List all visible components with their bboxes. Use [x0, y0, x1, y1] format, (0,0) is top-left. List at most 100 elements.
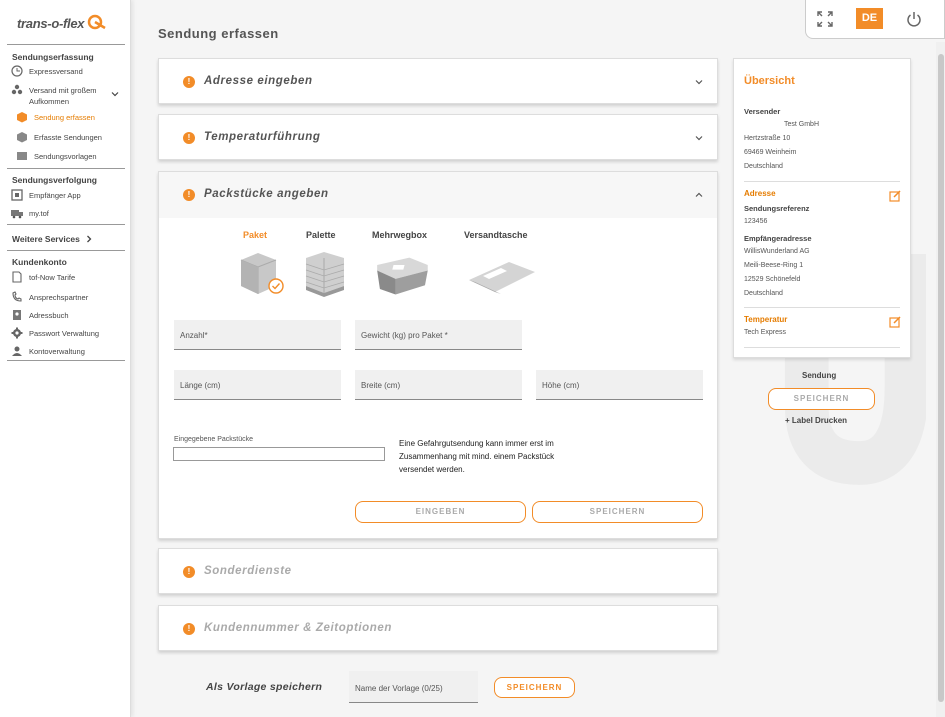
user-icon — [12, 346, 22, 356]
card-header[interactable]: ! Temperaturführung — [159, 115, 717, 161]
info-icon: ! — [183, 189, 195, 201]
sendung-speichern-button[interactable]: SPEICHERN — [768, 388, 875, 410]
sidebar: trans-o-flex Sendungserfassung Expressve… — [0, 0, 131, 717]
hazard-note: Eine Gefahrgutsendung kann immer erst im… — [399, 439, 555, 474]
adresse-label: Adresse — [744, 189, 776, 198]
sidebar-item-sendung-erfassen[interactable]: Sendung erfassen — [16, 111, 131, 123]
empf-line: Deutschland — [744, 290, 783, 297]
card-header[interactable]: ! Sonderdienste — [159, 549, 717, 595]
speichern-packages-button[interactable]: SPEICHERN — [532, 501, 703, 523]
hoehe-field[interactable]: Höhe (cm) — [536, 370, 703, 400]
sidebar-item-weitere-services[interactable]: Weitere Services — [12, 234, 93, 244]
page-title: Sendung erfassen — [158, 26, 279, 41]
vorlage-name-field[interactable]: Name der Vorlage (0/25) — [349, 671, 478, 703]
empf-label: Empfängeradresse — [744, 234, 812, 243]
sidebar-item-konto[interactable]: Kontoverwaltung — [11, 345, 126, 357]
tab-mehrwegbox[interactable]: Mehrwegbox — [372, 230, 427, 240]
gear-icon — [11, 327, 23, 339]
card-special-services[interactable]: ! Sonderdienste — [158, 548, 718, 594]
laenge-field[interactable]: Länge (cm) — [174, 370, 341, 400]
versandtasche-image[interactable] — [466, 258, 538, 298]
ref-label: Sendungsreferenz — [744, 204, 810, 213]
sidebar-item-adressbuch[interactable]: Adressbuch — [11, 309, 126, 321]
entered-packages-label: Eingegebene Packstücke — [174, 436, 253, 443]
section-sendungserfassung: Sendungserfassung — [12, 52, 94, 62]
versender-line: Deutschland — [744, 163, 783, 170]
logo-swirl-icon — [87, 14, 106, 30]
logo: trans-o-flex — [17, 16, 85, 31]
boxes-icon — [11, 84, 23, 95]
divider — [7, 224, 125, 225]
label-drucken-link[interactable]: + Label Drucken — [785, 416, 847, 425]
info-icon: ! — [183, 76, 195, 88]
box-icon — [17, 112, 27, 123]
info-icon: ! — [183, 132, 195, 144]
divider — [744, 307, 900, 308]
box-list-icon — [17, 132, 27, 143]
mehrwegbox-image[interactable] — [371, 254, 433, 300]
card-header[interactable]: ! Adresse eingeben — [159, 59, 717, 105]
tab-palette[interactable]: Palette — [306, 230, 336, 240]
chevron-up-icon — [695, 192, 703, 197]
sidebar-item-erfasste-sendungen[interactable]: Erfasste Sendungen — [16, 131, 131, 143]
gewicht-field[interactable]: Gewicht (kg) pro Paket * — [355, 320, 522, 350]
info-icon: ! — [183, 566, 195, 578]
empf-line: 12529 Schönefeld — [744, 276, 801, 283]
ref-value: 123456 — [744, 218, 768, 225]
empf-line: WillisWunderland AG — [744, 248, 810, 255]
temperatur-label: Temperatur — [744, 315, 788, 324]
addressbook-icon — [13, 310, 21, 320]
fullscreen-icon[interactable] — [817, 11, 833, 27]
divider — [7, 168, 125, 169]
language-button[interactable]: DE — [856, 8, 883, 29]
versender-line: 69469 Weinheim — [744, 149, 797, 156]
sidebar-item-mytof[interactable]: my.tof — [11, 207, 126, 219]
divider — [7, 360, 125, 361]
sidebar-item-empfaenger-app[interactable]: Empfänger App — [11, 189, 126, 201]
vorlage-speichern-button[interactable]: SPEICHERN — [494, 677, 575, 698]
card-temperature[interactable]: ! Temperaturführung — [158, 114, 718, 160]
scrollbar[interactable] — [936, 42, 945, 717]
chevron-right-icon — [86, 235, 92, 243]
edit-icon[interactable] — [889, 316, 901, 328]
sidebar-item-tarife[interactable]: tof-Now Tarife — [11, 271, 126, 283]
power-icon[interactable] — [906, 11, 922, 27]
clock-icon — [11, 65, 23, 77]
phone-icon — [12, 291, 22, 302]
tab-paket[interactable]: Paket — [243, 230, 267, 240]
vorlage-label: Als Vorlage speichern — [206, 681, 323, 693]
section-kundenkonto: Kundenkonto — [12, 257, 67, 267]
truck-icon — [11, 210, 23, 219]
eingeben-button[interactable]: EINGEBEN — [355, 501, 526, 523]
scrollbar-thumb[interactable] — [938, 54, 944, 702]
edit-icon[interactable] — [889, 190, 901, 202]
entered-packages-field[interactable] — [173, 447, 385, 461]
sidebar-item-sendungsvorlagen[interactable]: Sendungsvorlagen — [16, 150, 131, 162]
divider — [744, 347, 900, 348]
anzahl-field[interactable]: Anzahl* — [174, 320, 341, 350]
sidebar-item-passwort[interactable]: Passwort Verwaltung — [11, 327, 126, 339]
card-header[interactable]: ! Packstücke angeben — [159, 172, 717, 218]
temperatur-value: Tech Express — [744, 329, 787, 336]
paket-image[interactable] — [235, 248, 287, 298]
section-sendungsverfolgung: Sendungsverfolgung — [12, 175, 97, 185]
chevron-down-icon — [695, 136, 703, 141]
sidebar-item-ansprechspartner[interactable]: Ansprechspartner — [11, 291, 126, 303]
card-header[interactable]: ! Kundennummer & Zeitoptionen — [159, 606, 717, 652]
sidebar-item-versand-gross[interactable]: Versand mit großem Aufkommen — [11, 84, 119, 107]
overview-panel: Übersicht Versender Test GmbH Hertzstraß… — [733, 58, 911, 358]
chevron-down-icon — [695, 80, 703, 85]
divider — [7, 250, 125, 251]
versender-line: Hertzstraße 10 — [744, 135, 791, 142]
palette-image[interactable] — [299, 248, 351, 298]
tab-versandtasche[interactable]: Versandtasche — [464, 230, 528, 240]
sidebar-item-expressversand[interactable]: Expressversand — [11, 65, 126, 77]
versender-label: Versender — [744, 107, 781, 116]
card-address[interactable]: ! Adresse eingeben — [158, 58, 718, 104]
divider — [744, 181, 900, 182]
info-icon: ! — [183, 623, 195, 635]
card-packages: ! Packstücke angeben Paket Palette Mehrw… — [158, 171, 718, 539]
breite-field[interactable]: Breite (cm) — [355, 370, 522, 400]
box-template-icon — [17, 152, 27, 160]
card-customer-number[interactable]: ! Kundennummer & Zeitoptionen — [158, 605, 718, 651]
